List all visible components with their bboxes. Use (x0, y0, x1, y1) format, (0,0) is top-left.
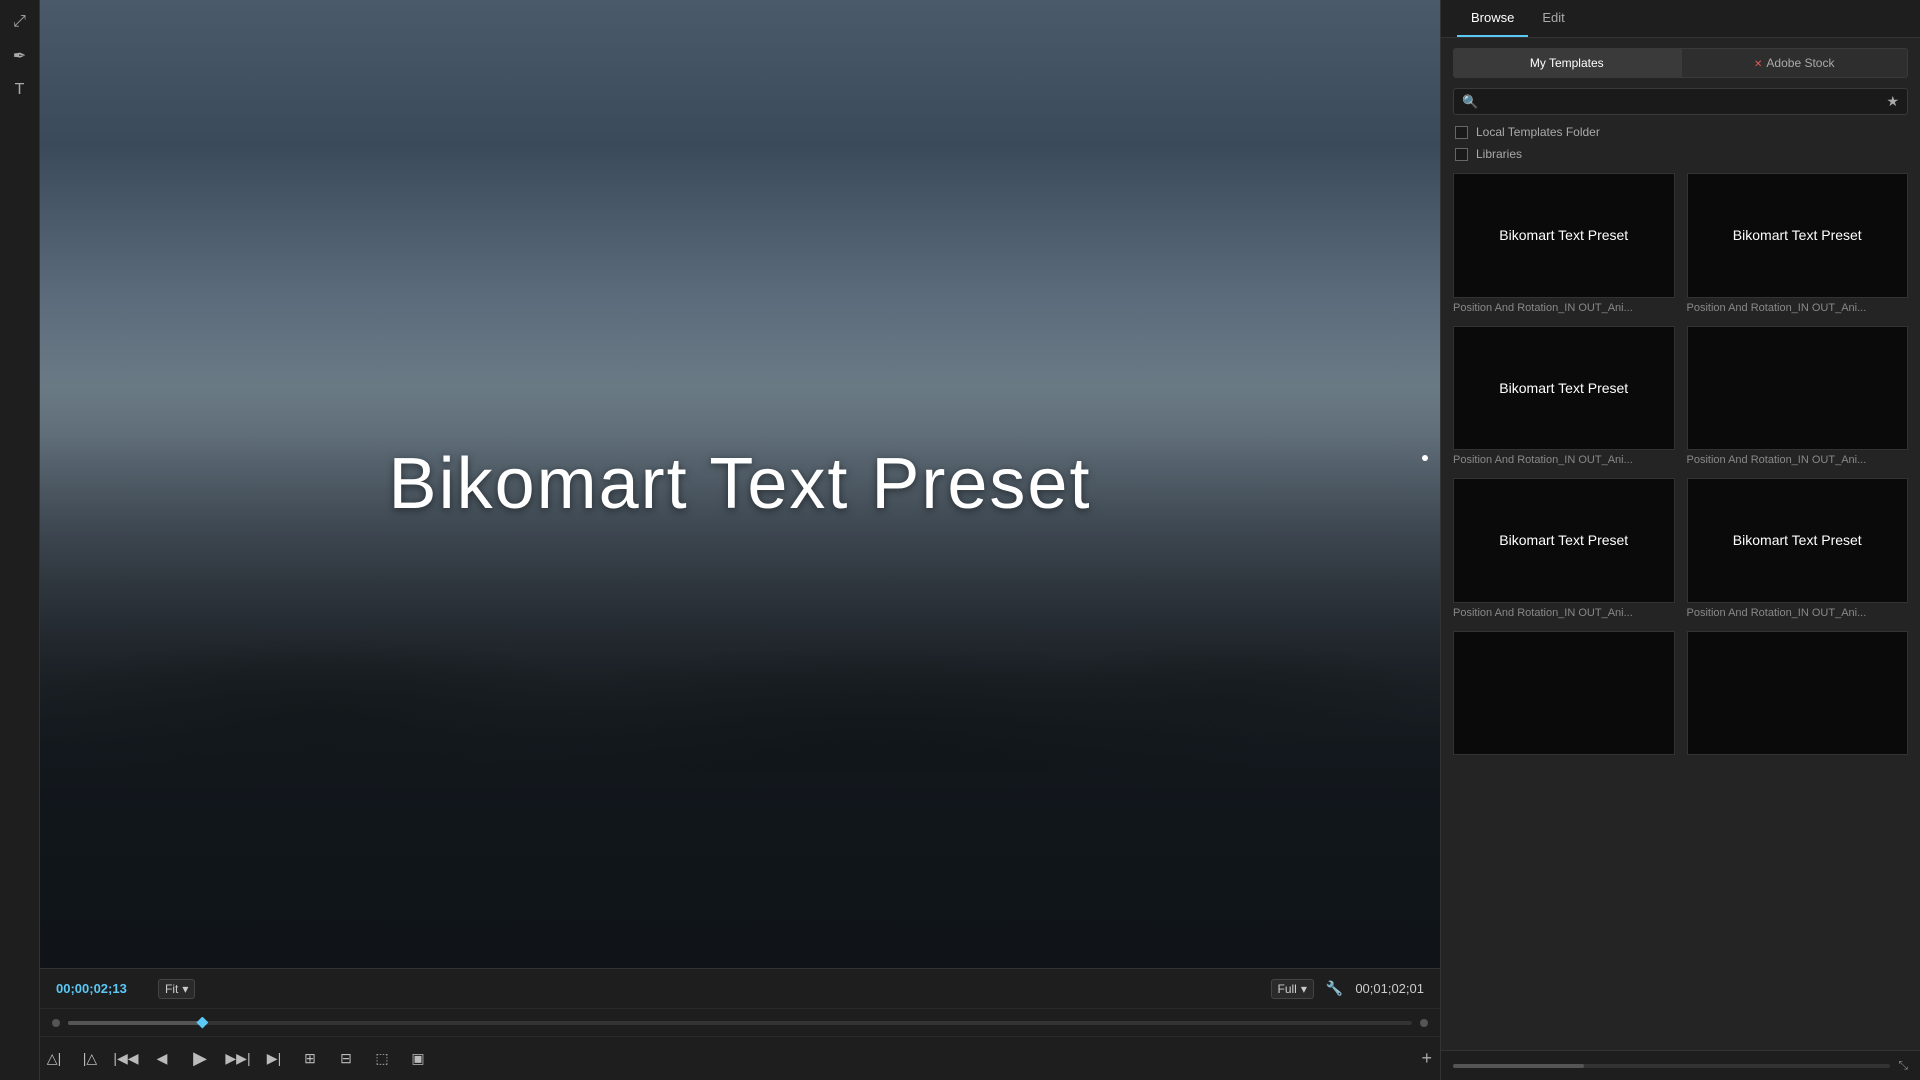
video-controls-bar: 00;00;02;13 Fit ▾ Full ▾ 🔧 00;01;02;01 (40, 968, 1440, 1008)
fit-dropdown[interactable]: Fit ▾ (158, 979, 195, 999)
settings-icon[interactable]: 🔧 (1326, 980, 1343, 997)
export-frame-button[interactable]: ⬚ (368, 1045, 396, 1073)
step-forward-button[interactable]: ▶▶| (224, 1045, 252, 1073)
template-thumb-text-2: Bikomart Text Preset (1733, 227, 1862, 243)
arrow-tool-icon[interactable]: ⤢ (6, 8, 34, 36)
local-templates-checkbox[interactable] (1455, 126, 1468, 139)
template-label-5: Position And Rotation_IN OUT_Ani... (1453, 607, 1675, 619)
panel-tabs: Browse Edit (1441, 0, 1920, 38)
tab-adobe-stock[interactable]: ✕Adobe Stock (1681, 48, 1909, 78)
template-thumb-7 (1453, 631, 1675, 756)
horizontal-scroll-track[interactable] (1453, 1064, 1890, 1068)
tab-edit[interactable]: Edit (1528, 0, 1578, 37)
template-thumb-text-5: Bikomart Text Preset (1499, 532, 1628, 548)
favorites-star-icon[interactable]: ★ (1886, 93, 1899, 110)
template-thumb-5: Bikomart Text Preset (1453, 478, 1675, 603)
scrubber-start-dot (52, 1019, 60, 1027)
search-bar: 🔍 ★ (1453, 88, 1908, 115)
play-button[interactable]: ▶ (184, 1043, 216, 1075)
scrubber-thumb[interactable] (196, 1017, 208, 1029)
template-card-4[interactable]: Position And Rotation_IN OUT_Ani... (1687, 326, 1909, 467)
clip-button[interactable]: ▣ (404, 1045, 432, 1073)
cursor-position (1422, 455, 1428, 461)
template-thumb-text-1: Bikomart Text Preset (1499, 227, 1628, 243)
template-card-2[interactable]: Bikomart Text Preset Position And Rotati… (1687, 173, 1909, 314)
text-tool-icon[interactable]: T (6, 76, 34, 104)
right-panel: Browse Edit My Templates ✕Adobe Stock 🔍 … (1440, 0, 1920, 1080)
template-label-3: Position And Rotation_IN OUT_Ani... (1453, 454, 1675, 466)
chevron-down-icon: ▾ (1301, 982, 1307, 996)
template-grid: Bikomart Text Preset Position And Rotati… (1441, 165, 1920, 1050)
playback-controls: △| |△ |◀◀ ◀ ▶ ▶▶| ▶| ⊞ ⊟ ⬚ ▣ + (40, 1036, 1440, 1080)
bottom-scroll-bar: ⤡ (1441, 1050, 1920, 1080)
add-button[interactable]: + (1421, 1048, 1432, 1069)
template-thumb-1: Bikomart Text Preset (1453, 173, 1675, 298)
template-card-6[interactable]: Bikomart Text Preset Position And Rotati… (1687, 478, 1909, 619)
template-thumb-text-3: Bikomart Text Preset (1499, 380, 1628, 396)
libraries-filter-row: Libraries (1441, 143, 1920, 165)
local-templates-label: Local Templates Folder (1476, 125, 1600, 139)
template-card-7[interactable] (1453, 631, 1675, 760)
adobe-stock-x-icon: ✕ (1754, 59, 1762, 70)
step-back-button[interactable]: ◀ (148, 1045, 176, 1073)
template-card-1[interactable]: Bikomart Text Preset Position And Rotati… (1453, 173, 1675, 314)
libraries-checkbox[interactable] (1455, 148, 1468, 161)
template-card-8[interactable] (1687, 631, 1909, 760)
libraries-label: Libraries (1476, 147, 1522, 161)
expand-panel-icon[interactable]: ⤡ (1898, 1058, 1908, 1073)
template-label-4: Position And Rotation_IN OUT_Ani... (1687, 454, 1909, 466)
video-preview: Bikomart Text Preset (40, 0, 1440, 968)
template-source-tabs: My Templates ✕Adobe Stock (1441, 38, 1920, 78)
scrubber-track[interactable] (68, 1021, 1412, 1025)
chevron-down-icon: ▾ (182, 982, 188, 996)
scrubber-end-dot (1420, 1019, 1428, 1027)
template-card-3[interactable]: Bikomart Text Preset Position And Rotati… (1453, 326, 1675, 467)
template-label-6: Position And Rotation_IN OUT_Ani... (1687, 607, 1909, 619)
go-to-in-button[interactable]: |◀◀ (112, 1045, 140, 1073)
template-card-5[interactable]: Bikomart Text Preset Position And Rotati… (1453, 478, 1675, 619)
go-to-out-button[interactable]: ▶| (260, 1045, 288, 1073)
template-thumb-8 (1687, 631, 1909, 756)
insert-button[interactable]: ⊞ (296, 1045, 324, 1073)
template-thumb-text-6: Bikomart Text Preset (1733, 532, 1862, 548)
scrubber-progress (68, 1021, 202, 1025)
tab-my-templates[interactable]: My Templates (1453, 48, 1681, 78)
video-overlay-text: Bikomart Text Preset (389, 443, 1092, 525)
left-toolbar: ⤢ ✒ T (0, 0, 40, 1080)
mark-in-button[interactable]: △| (40, 1045, 68, 1073)
duration-timecode: 00;01;02;01 (1355, 981, 1424, 996)
pen-tool-icon[interactable]: ✒ (6, 42, 34, 70)
main-area: Bikomart Text Preset 00;00;02;13 Fit ▾ F… (40, 0, 1440, 1080)
overwrite-button[interactable]: ⊟ (332, 1045, 360, 1073)
tab-browse[interactable]: Browse (1457, 0, 1528, 37)
search-icon: 🔍 (1462, 94, 1478, 110)
template-thumb-6: Bikomart Text Preset (1687, 478, 1909, 603)
template-label-1: Position And Rotation_IN OUT_Ani... (1453, 302, 1675, 314)
template-label-2: Position And Rotation_IN OUT_Ani... (1687, 302, 1909, 314)
local-templates-filter-row: Local Templates Folder (1441, 121, 1920, 143)
timeline-scrubber (40, 1008, 1440, 1036)
mark-out-button[interactable]: |△ (76, 1045, 104, 1073)
horizontal-scroll-thumb (1453, 1064, 1584, 1068)
template-thumb-2: Bikomart Text Preset (1687, 173, 1909, 298)
quality-dropdown[interactable]: Full ▾ (1271, 979, 1314, 999)
template-thumb-4 (1687, 326, 1909, 451)
search-input[interactable] (1484, 95, 1880, 109)
current-timecode: 00;00;02;13 (56, 981, 146, 996)
template-thumb-3: Bikomart Text Preset (1453, 326, 1675, 451)
